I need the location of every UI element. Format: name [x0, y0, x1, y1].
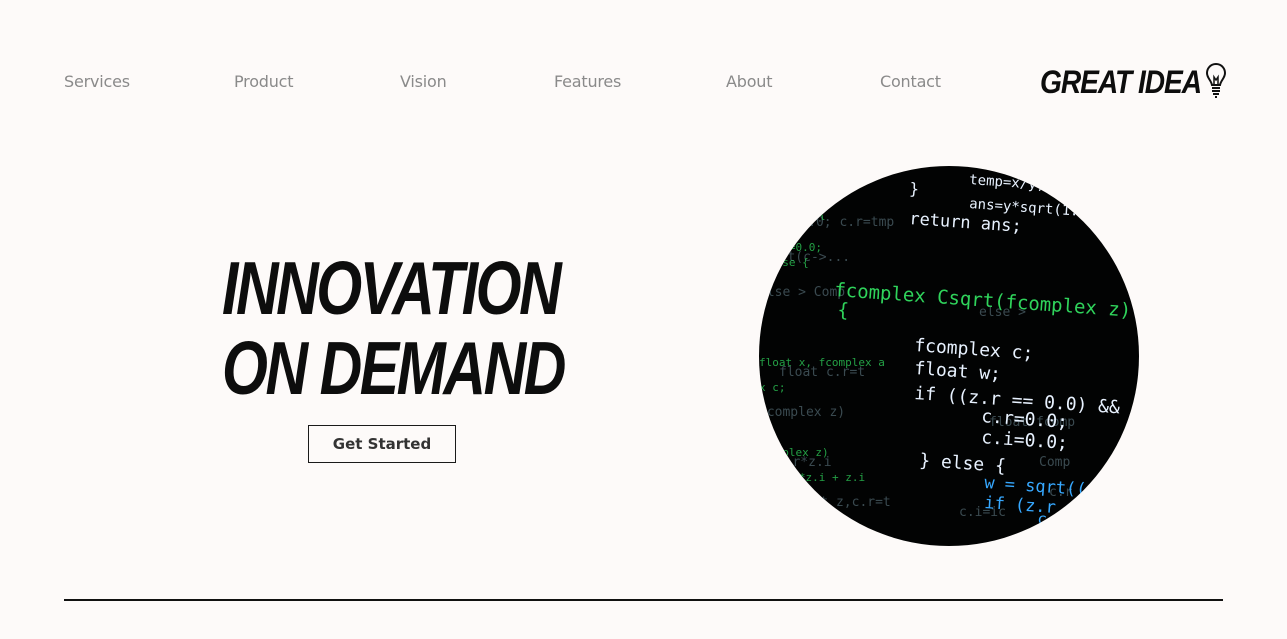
- code-fragment-text: {: [819, 208, 826, 221]
- code-line-text: float w;: [914, 358, 1002, 385]
- section-divider: [64, 599, 1223, 601]
- lightbulb-icon: [1206, 62, 1226, 98]
- nav-services[interactable]: Services: [64, 72, 130, 91]
- landing-page: Services Product Vision Features About C…: [0, 0, 1287, 639]
- code-image-svg: x.i-0.0; c.r=tmpsqrt(c->...else > Compfl…: [759, 172, 1139, 530]
- nav-about[interactable]: About: [726, 72, 773, 91]
- code-fragment-text: float x, fcomplex a: [759, 356, 885, 369]
- nav-product[interactable]: Product: [234, 72, 294, 91]
- nav-contact[interactable]: Contact: [880, 72, 941, 91]
- code-bg-text: Comp: [1039, 455, 1070, 470]
- code-fragment-text: >: [759, 286, 766, 299]
- code-bg-text: fcomplex z): [759, 405, 845, 420]
- code-line-text: c.r: [1037, 509, 1068, 530]
- code-line-text: temp=x/y;: [969, 172, 1046, 193]
- code-fragment-text: x c;: [759, 381, 786, 394]
- code-fragment-text: omplex z): [769, 446, 829, 459]
- code-fragment-text: else {: [769, 256, 809, 269]
- logo[interactable]: GREAT IDEA: [1040, 62, 1226, 102]
- nav-features[interactable]: Features: [554, 72, 621, 91]
- code-fragment-text: c.r=0.0;: [769, 241, 822, 254]
- nav-vision[interactable]: Vision: [400, 72, 447, 91]
- hero-title: INNOVATION ON DEMAND: [222, 247, 566, 411]
- logo-text: GREAT IDEA: [1040, 63, 1202, 100]
- code-bg-text: else > Comp: [759, 285, 845, 300]
- code-image: x.i-0.0; c.r=tmp sqrt(c->... else > Comp fl…: [759, 166, 1139, 546]
- hero-title-line-1: INNOVATION: [222, 247, 562, 331]
- code-line-text: }: [909, 179, 920, 199]
- code-bg-text: float z,c.r=t: [789, 495, 891, 510]
- code-bg-text: x.i-0.0; c.r=tmp: [769, 215, 894, 230]
- code-line-text: {: [837, 299, 850, 322]
- code-line-text: if (z.r >= 0.0){: [984, 493, 1139, 524]
- code-fragment-text: z.r*z.i + z.i: [779, 471, 865, 484]
- hero-title-line-2: ON DEMAND: [222, 327, 566, 411]
- get-started-button[interactable]: Get Started: [308, 425, 456, 463]
